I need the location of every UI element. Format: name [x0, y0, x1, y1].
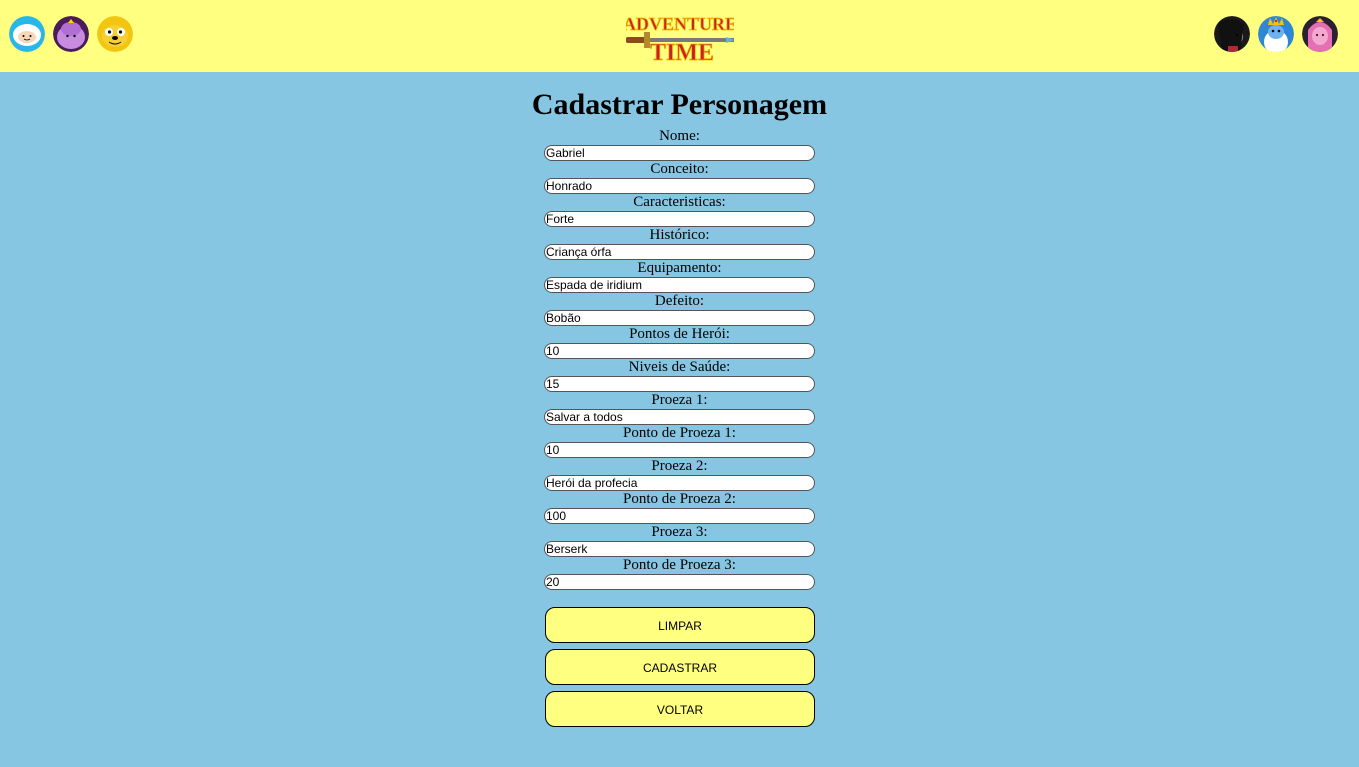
field-label: Defeito: — [654, 293, 705, 309]
form-field: Conceito: — [544, 161, 815, 194]
logo-text-adventure: ADVENTURE — [626, 14, 734, 34]
form-field: Niveis de Saúde: — [544, 359, 815, 392]
form-buttons: LIMPAR CADASTRAR VOLTAR — [545, 607, 815, 733]
back-button[interactable]: VOLTAR — [545, 691, 815, 727]
form-field: Ponto de Proeza 2: — [544, 491, 815, 524]
field-input[interactable] — [544, 310, 815, 326]
field-label: Proeza 2: — [651, 458, 708, 474]
left-avatar-group — [9, 16, 133, 52]
field-input[interactable] — [544, 475, 815, 491]
field-input[interactable] — [544, 541, 815, 557]
form-field: Equipamento: — [544, 260, 815, 293]
field-input[interactable] — [544, 211, 815, 227]
jake-avatar[interactable] — [97, 16, 133, 52]
finn-avatar[interactable] — [9, 16, 45, 52]
princess-bubblegum-avatar[interactable] — [1302, 16, 1338, 52]
page-title: Cadastrar Personagem — [531, 88, 828, 121]
field-label: Niveis de Saúde: — [628, 359, 731, 375]
character-form: Nome: Conceito: Caracteristicas: Histórico:… — [544, 128, 815, 590]
logo-text-time: TIME — [650, 40, 714, 64]
field-label: Proeza 1: — [651, 392, 708, 408]
field-input[interactable] — [544, 178, 815, 194]
field-label: Ponto de Proeza 3: — [623, 557, 736, 573]
field-input[interactable] — [544, 409, 815, 425]
field-input[interactable] — [544, 376, 815, 392]
field-label: Pontos de Herói: — [629, 326, 730, 342]
lumpy-space-princess-avatar[interactable] — [53, 16, 89, 52]
form-field: Caracteristicas: — [544, 194, 815, 227]
form-field: Nome: — [544, 128, 815, 161]
field-input[interactable] — [544, 574, 815, 590]
field-label: Ponto de Proeza 2: — [623, 491, 736, 507]
field-label: Caracteristicas: — [633, 194, 726, 210]
form-field: Histórico: — [544, 227, 815, 260]
field-input[interactable] — [544, 277, 815, 293]
form-field: Ponto de Proeza 1: — [544, 425, 815, 458]
form-field: Proeza 1: — [544, 392, 815, 425]
ice-king-avatar[interactable] — [1258, 16, 1294, 52]
form-field: Proeza 2: — [544, 458, 815, 491]
field-input[interactable] — [544, 442, 815, 458]
form-field: Ponto de Proeza 3: — [544, 557, 815, 590]
adventure-time-logo: ADVENTURE TIME — [623, 8, 738, 67]
form-field: Defeito: — [544, 293, 815, 326]
field-label: Nome: — [659, 128, 700, 144]
form-field: Proeza 3: — [544, 524, 815, 557]
field-label: Histórico: — [649, 227, 710, 243]
field-input[interactable] — [544, 343, 815, 359]
field-label: Ponto de Proeza 1: — [623, 425, 736, 441]
field-label: Equipamento: — [637, 260, 722, 276]
right-avatar-group — [1214, 16, 1338, 52]
form-field: Pontos de Herói: — [544, 326, 815, 359]
field-input[interactable] — [544, 508, 815, 524]
field-input[interactable] — [544, 244, 815, 260]
field-label: Proeza 3: — [651, 524, 708, 540]
submit-button[interactable]: CADASTRAR — [545, 649, 815, 685]
marceline-avatar[interactable] — [1214, 16, 1250, 52]
clear-button[interactable]: LIMPAR — [545, 607, 815, 643]
field-input[interactable] — [544, 145, 815, 161]
field-label: Conceito: — [650, 161, 709, 177]
header-bar: ADVENTURE TIME — [0, 0, 1359, 72]
